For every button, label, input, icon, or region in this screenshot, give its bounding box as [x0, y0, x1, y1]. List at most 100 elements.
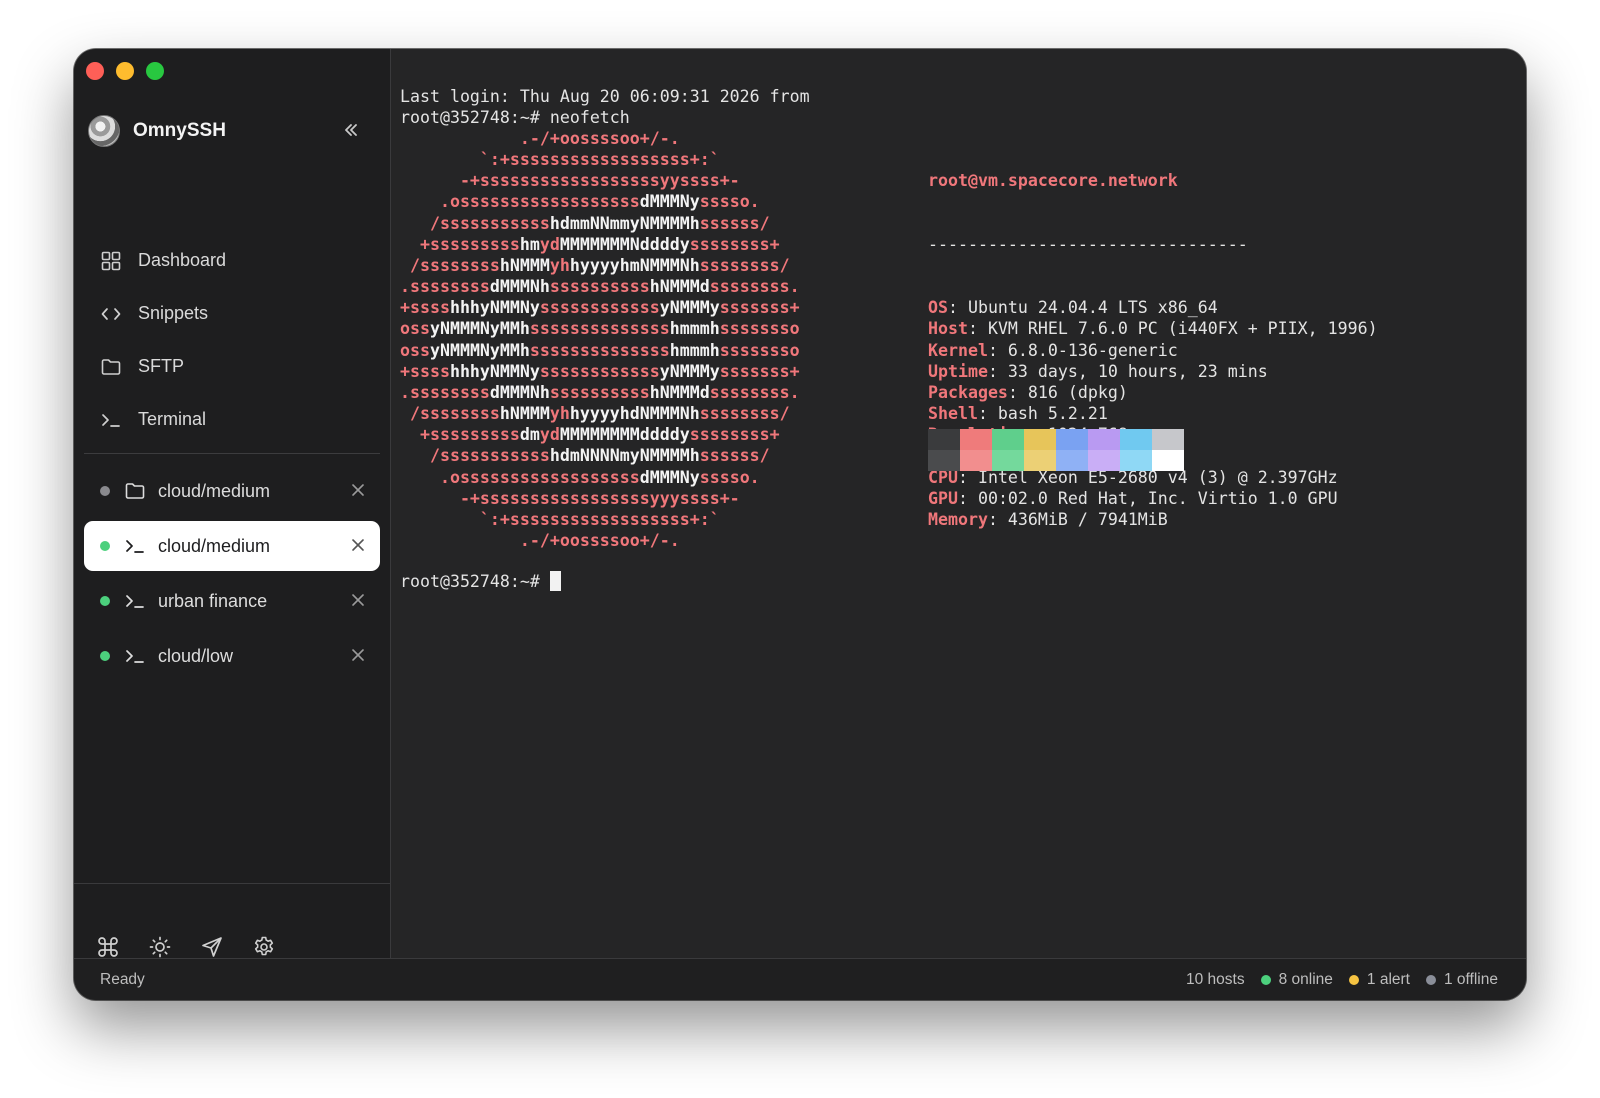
- close-icon: [352, 484, 364, 496]
- close-tab-button[interactable]: [348, 645, 368, 665]
- offline-dot: [1425, 975, 1436, 985]
- offline-count: 1 offline: [1425, 971, 1498, 989]
- info-line: OS: Ubuntu 24.04.4 LTS x86_64: [928, 298, 1218, 318]
- chevrons-left-icon: [345, 124, 357, 136]
- command-icon: [98, 937, 118, 957]
- logo-line: ossyNMMMNyMMhsssssssssssssshmmmhssssssso: [400, 319, 800, 339]
- host-summary: 10 hosts 8 online 1 alert 1 offline: [1170, 971, 1498, 989]
- logo-line: +ssssssssshmydMMMMMMMNddddyssssssss+: [400, 234, 780, 254]
- logo-line: ossyNMMMNyMMhsssssssssssssshmmmhssssssso: [400, 340, 800, 360]
- close-icon: [352, 594, 364, 606]
- logo-line: +sssshhhyNMMNyssssssssssssyNMMMysssssss+: [400, 361, 800, 381]
- logo-line: +sssssssssdmydMMMMMMMMddddyssssssss+: [400, 425, 780, 445]
- nav-item-snippets[interactable]: Snippets: [86, 287, 378, 340]
- gear-icon: [254, 936, 274, 956]
- info-lines: OS: Ubuntu 24.04.4 LTS x86_64 Host: KVM R…: [928, 297, 1378, 530]
- palette-swatch: [1088, 450, 1120, 471]
- app-name: OmnySSH: [133, 120, 226, 141]
- status-dot-online: [100, 541, 110, 551]
- logo-line: .ssssssssdMMMNhsssssssssshNMMMdssssssss.: [400, 277, 800, 297]
- nav-item-sftp[interactable]: SFTP: [86, 340, 378, 393]
- palette-swatch: [1152, 429, 1184, 450]
- toolbar-divider: [74, 883, 390, 884]
- close-tab-button[interactable]: [348, 535, 368, 555]
- info-header: root@vm.spacecore.network: [928, 171, 1178, 191]
- logo-line: -+sssssssssssssssssyyyssss+-: [400, 488, 740, 508]
- alert-count: 1 alert: [1348, 971, 1410, 989]
- collapse-sidebar-button[interactable]: [338, 117, 364, 143]
- sidebar: OmnySSH Dashboard Snippets SFTP Terminal…: [74, 49, 391, 958]
- palette-swatch: [928, 429, 960, 450]
- logo-line: -+ssssssssssssssssssyyssss+-: [400, 171, 740, 191]
- nav-item-terminal[interactable]: Terminal: [86, 393, 378, 446]
- nav-label-dashboard: Dashboard: [138, 250, 227, 270]
- palette-swatch: [1056, 429, 1088, 450]
- nav-label-snippets: Snippets: [138, 303, 209, 323]
- sidebar-toolbar: [96, 935, 276, 959]
- terminal-icon: [124, 535, 146, 557]
- theme-toggle-button[interactable]: [148, 935, 172, 959]
- folder-icon: [100, 356, 122, 378]
- online-count: 8 online: [1260, 971, 1333, 989]
- settings-button[interactable]: [252, 935, 276, 959]
- info-separator: --------------------------------: [928, 234, 1248, 254]
- session-tab[interactable]: urban finance: [84, 576, 380, 626]
- logo-line: /ssssssssssshdmNNNNmyNMMMMhssssss/: [400, 446, 770, 466]
- brand: OmnySSH: [88, 115, 226, 147]
- status-bar: Ready 10 hosts 8 online 1 alert 1 offlin…: [74, 958, 1526, 1000]
- logo-line: /sssssssshNMMMyhhyyyyhmNMMMNhssssssss/: [400, 255, 790, 275]
- logo-line: `:+ssssssssssssssssss+:`: [400, 150, 720, 170]
- logo-line: .ossssssssssssssssssdMMMNysssso.: [400, 467, 760, 487]
- session-tab-label: urban finance: [158, 590, 268, 611]
- text-cursor: [549, 571, 561, 591]
- close-window-button[interactable]: [86, 62, 104, 80]
- info-line: Uptime: 33 days, 10 hours, 23 mins: [928, 361, 1268, 381]
- command-palette-button[interactable]: [96, 935, 120, 959]
- nav-label-terminal: Terminal: [138, 409, 207, 429]
- palette-swatch: [1056, 450, 1088, 471]
- palette-swatch: [960, 450, 992, 471]
- terminal-output[interactable]: Last login: Thu Aug 20 06:09:31 2026 fro…: [392, 49, 1526, 958]
- nav-item-dashboard[interactable]: Dashboard: [86, 234, 378, 287]
- hosts-count: 10 hosts: [1185, 971, 1245, 988]
- info-line: GPU: 00:02.0 Red Hat, Inc. Virtio 1.0 GP…: [928, 488, 1338, 508]
- status-text: Ready: [100, 971, 145, 988]
- session-tab-label: cloud/medium: [158, 535, 271, 556]
- session-tab-active[interactable]: cloud/medium: [84, 521, 380, 571]
- prompt-line[interactable]: root@352748:~#: [400, 571, 561, 592]
- palette-swatch: [1024, 429, 1056, 450]
- logo-line: /sssssssshNMMMyhhyyyyhdNMMMNhssssssss/: [400, 404, 790, 424]
- palette-swatch: [960, 429, 992, 450]
- close-tab-button[interactable]: [348, 480, 368, 500]
- send-button[interactable]: [200, 935, 224, 959]
- color-palette: [928, 429, 1184, 471]
- code-icon: [100, 303, 122, 325]
- palette-swatch: [1120, 429, 1152, 450]
- terminal-icon: [124, 590, 146, 612]
- logo-line: `:+ssssssssssssssssss+:`: [400, 509, 720, 529]
- close-icon: [352, 539, 364, 551]
- send-icon: [202, 937, 222, 957]
- app-window: OmnySSH Dashboard Snippets SFTP Terminal…: [74, 49, 1526, 1000]
- session-tabs: cloud/medium cloud/medium urban finance …: [84, 466, 380, 686]
- palette-swatch: [1120, 450, 1152, 471]
- session-tab[interactable]: cloud/low: [84, 631, 380, 681]
- sidebar-divider: [84, 453, 380, 454]
- palette-swatch: [928, 450, 960, 471]
- info-line: Host: KVM RHEL 7.6.0 PC (i440FX + PIIX, …: [928, 319, 1378, 339]
- palette-swatch: [992, 429, 1024, 450]
- palette-row: [928, 450, 1184, 471]
- session-tab-label: cloud/medium: [158, 480, 271, 501]
- grid-icon: [100, 250, 122, 272]
- main-nav: Dashboard Snippets SFTP Terminal: [86, 234, 378, 446]
- session-tab[interactable]: cloud/medium: [84, 466, 380, 516]
- logo-line: +sssshhhyNMMNyssssssssssssyNMMMysssssss+: [400, 298, 800, 318]
- close-icon: [352, 649, 364, 661]
- close-tab-button[interactable]: [348, 590, 368, 610]
- logo-line: .-/+oossssoo+/-.: [400, 129, 680, 148]
- info-line: Packages: 816 (dpkg): [928, 382, 1128, 402]
- status-dot-online: [100, 651, 110, 661]
- minimize-window-button[interactable]: [116, 62, 134, 80]
- zoom-window-button[interactable]: [146, 62, 164, 80]
- alert-dot: [1348, 975, 1359, 985]
